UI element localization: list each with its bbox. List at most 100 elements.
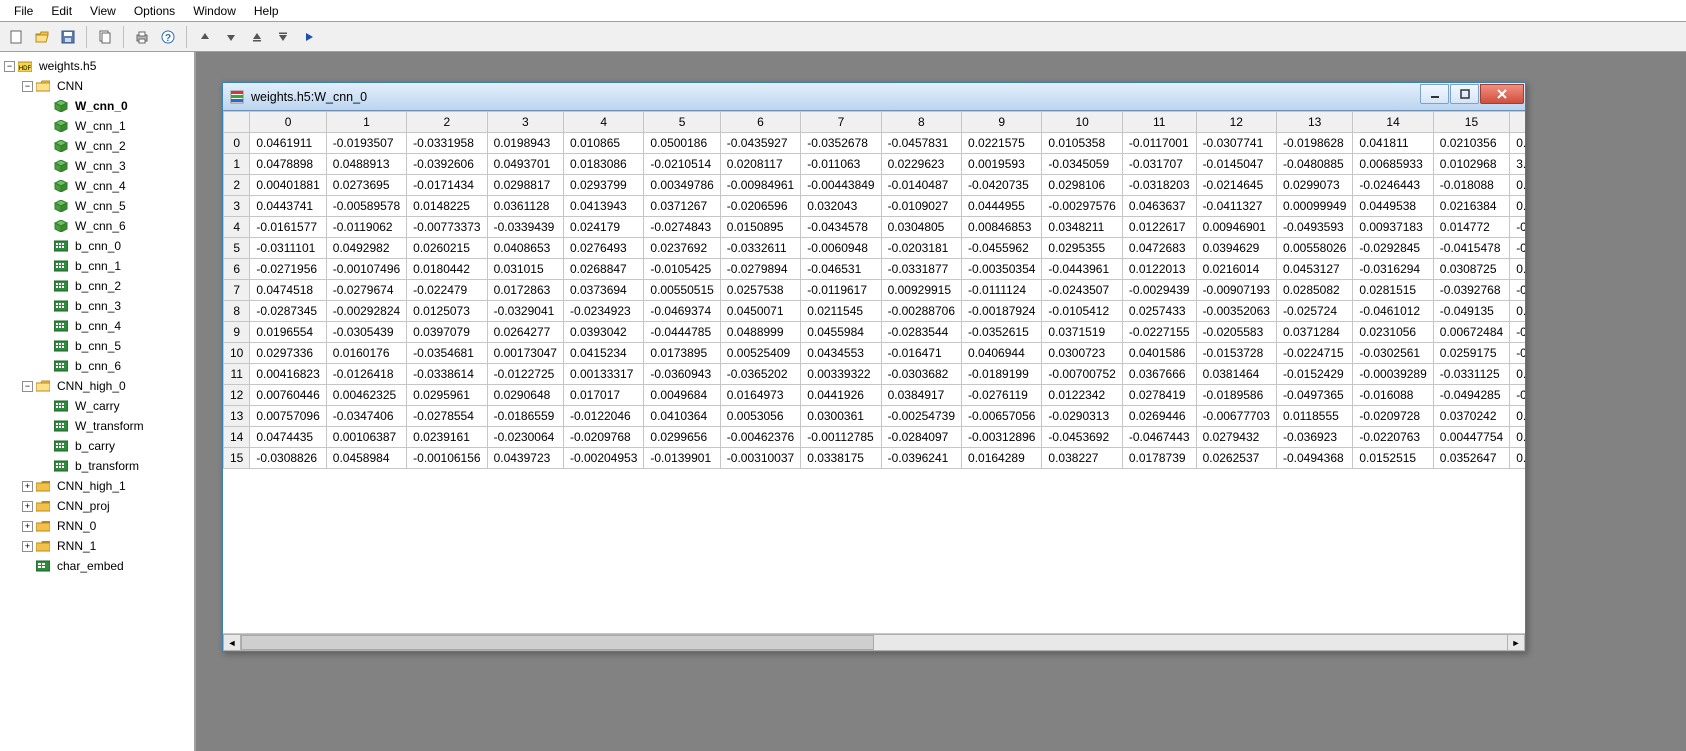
grid-cell[interactable]: -0.00462376 bbox=[720, 427, 800, 448]
grid-cell[interactable]: -0.0303682 bbox=[881, 364, 961, 385]
grid-cell[interactable]: -0.00292824 bbox=[326, 301, 406, 322]
grid-cell[interactable]: 0.0183086 bbox=[563, 154, 643, 175]
maximize-button[interactable] bbox=[1450, 84, 1479, 104]
grid-cell[interactable]: -0.0119062 bbox=[326, 217, 406, 238]
menu-window[interactable]: Window bbox=[185, 2, 246, 20]
column-header[interactable]: 10 bbox=[1042, 112, 1122, 133]
menu-help[interactable]: Help bbox=[246, 2, 289, 20]
grid-cell[interactable]: -0.0392768 bbox=[1433, 280, 1509, 301]
grid-cell[interactable]: -0.0084 bbox=[1510, 238, 1525, 259]
grid-cell[interactable]: -0.0161577 bbox=[250, 217, 326, 238]
column-header[interactable]: 3 bbox=[487, 112, 563, 133]
toolbar-save[interactable] bbox=[56, 25, 80, 49]
grid-cell[interactable]: -0.0203181 bbox=[881, 238, 961, 259]
grid-cell[interactable]: -0.0480885 bbox=[1276, 154, 1352, 175]
grid-cell[interactable]: -0.0461012 bbox=[1353, 301, 1433, 322]
tree-root[interactable]: − HDF weights.h5 bbox=[0, 56, 194, 76]
grid-cell[interactable]: -0.0220763 bbox=[1353, 427, 1433, 448]
grid-cell[interactable]: 0.0257433 bbox=[1122, 301, 1196, 322]
grid-cell[interactable]: 0.00416823 bbox=[250, 364, 326, 385]
grid-cell[interactable]: 0.0122342 bbox=[1042, 385, 1122, 406]
tree-dataset-w-transform[interactable]: ·W_transform bbox=[36, 416, 194, 436]
grid-cell[interactable]: 0.0444955 bbox=[962, 196, 1042, 217]
grid-cell[interactable]: -0.00984961 bbox=[720, 175, 800, 196]
tree-expand-icon[interactable]: + bbox=[22, 521, 33, 532]
grid-cell[interactable]: 0.00447754 bbox=[1433, 427, 1509, 448]
grid-cell[interactable]: 0.0118555 bbox=[1276, 406, 1352, 427]
grid-cell[interactable]: 0.0285082 bbox=[1276, 280, 1352, 301]
grid-cell[interactable]: 0.041811 bbox=[1353, 133, 1433, 154]
grid-cell[interactable]: -0.00297576 bbox=[1042, 196, 1122, 217]
toolbar-run[interactable] bbox=[297, 25, 321, 49]
grid-cell[interactable]: 0.0279432 bbox=[1196, 427, 1276, 448]
grid-cell[interactable]: 0.0434553 bbox=[801, 343, 881, 364]
toolbar-up[interactable] bbox=[193, 25, 217, 49]
row-header[interactable]: 1 bbox=[224, 154, 250, 175]
grid-cell[interactable]: 0.0493701 bbox=[487, 154, 563, 175]
grid-cell[interactable]: -0.00443849 bbox=[801, 175, 881, 196]
grid-cell[interactable]: -0.0060948 bbox=[801, 238, 881, 259]
column-header[interactable]: 8 bbox=[881, 112, 961, 133]
mdi-titlebar[interactable]: weights.h5:W_cnn_0 bbox=[223, 83, 1525, 111]
scroll-left-icon[interactable]: ◄ bbox=[223, 634, 241, 651]
grid-cell[interactable]: -0.0224715 bbox=[1276, 343, 1352, 364]
grid-cell[interactable]: 0.00558026 bbox=[1276, 238, 1352, 259]
grid-cell[interactable]: -0.0189586 bbox=[1196, 385, 1276, 406]
grid-cell[interactable]: -0.0352678 bbox=[801, 133, 881, 154]
grid-cell[interactable]: -0.0453692 bbox=[1042, 427, 1122, 448]
grid-cell[interactable]: 0.0488999 bbox=[720, 322, 800, 343]
tree-dataset-b-cnn-3[interactable]: ·b_cnn_3 bbox=[36, 296, 194, 316]
grid-cell[interactable]: 0.00937183 bbox=[1353, 217, 1433, 238]
grid-cell[interactable]: 0.00173047 bbox=[487, 343, 563, 364]
grid-cell[interactable]: 0.0370242 bbox=[1433, 406, 1509, 427]
toolbar-new[interactable] bbox=[4, 25, 28, 49]
grid-cell[interactable]: -0.0352615 bbox=[962, 322, 1042, 343]
grid-cell[interactable]: 0.0281515 bbox=[1353, 280, 1433, 301]
toolbar-sort-asc[interactable] bbox=[245, 25, 269, 49]
row-header[interactable]: 9 bbox=[224, 322, 250, 343]
row-header[interactable]: 12 bbox=[224, 385, 250, 406]
grid-cell[interactable]: 0.02406 bbox=[1510, 301, 1525, 322]
tree-dataset-b-cnn-2[interactable]: ·b_cnn_2 bbox=[36, 276, 194, 296]
grid-cell[interactable]: 0.00219 bbox=[1510, 133, 1525, 154]
grid-cell[interactable]: 0.00823 bbox=[1510, 259, 1525, 280]
grid-cell[interactable]: 0.0148225 bbox=[407, 196, 487, 217]
tree-folder-cnn-high-0[interactable]: − CNN_high_0 bbox=[18, 376, 194, 396]
grid-cell[interactable]: -0.0494368 bbox=[1276, 448, 1352, 469]
grid-cell[interactable]: -0.0105425 bbox=[644, 259, 720, 280]
grid-cell[interactable]: -0.0119 bbox=[1510, 280, 1525, 301]
row-header[interactable]: 15 bbox=[224, 448, 250, 469]
grid-cell[interactable]: 0.0304805 bbox=[881, 217, 961, 238]
grid-cell[interactable]: 0.0371284 bbox=[1276, 322, 1352, 343]
grid-cell[interactable]: 0.024179 bbox=[563, 217, 643, 238]
grid-cell[interactable]: -0.00106156 bbox=[407, 448, 487, 469]
grid-cell[interactable]: 0.00133317 bbox=[563, 364, 643, 385]
tree-collapse-icon[interactable]: − bbox=[4, 61, 15, 72]
grid-cell[interactable]: -0.0339439 bbox=[487, 217, 563, 238]
grid-cell[interactable]: 0.00462325 bbox=[326, 385, 406, 406]
grid-cell[interactable]: -0.0186559 bbox=[487, 406, 563, 427]
grid-cell[interactable]: -0.0109027 bbox=[881, 196, 961, 217]
grid-cell[interactable]: 0.0371519 bbox=[1042, 322, 1122, 343]
toolbar-print[interactable] bbox=[130, 25, 154, 49]
grid-cell[interactable]: 0.00946901 bbox=[1196, 217, 1276, 238]
grid-cell[interactable]: 0.0211545 bbox=[801, 301, 881, 322]
tree-folder-cnn-proj[interactable]: + CNN_proj bbox=[18, 496, 194, 516]
column-header[interactable]: 0 bbox=[250, 112, 326, 133]
grid-cell[interactable]: -0.0455962 bbox=[962, 238, 1042, 259]
grid-cell[interactable]: -0.00254739 bbox=[881, 406, 961, 427]
grid-cell[interactable]: -0.0198628 bbox=[1276, 133, 1352, 154]
grid-cell[interactable]: -0.00187924 bbox=[962, 301, 1042, 322]
grid-cell[interactable]: -0.00700752 bbox=[1042, 364, 1122, 385]
scroll-right-icon[interactable]: ► bbox=[1507, 634, 1525, 651]
grid-cell[interactable]: -0.0292845 bbox=[1353, 238, 1433, 259]
grid-cell[interactable]: -0.049135 bbox=[1433, 301, 1509, 322]
grid-cell[interactable]: -0.0332611 bbox=[720, 238, 800, 259]
row-header[interactable]: 11 bbox=[224, 364, 250, 385]
grid-cell[interactable]: -0.0467443 bbox=[1122, 427, 1196, 448]
grid-cell[interactable]: -0.016471 bbox=[881, 343, 961, 364]
horizontal-scrollbar[interactable]: ◄ ► bbox=[223, 633, 1525, 651]
grid-cell[interactable]: -0.0420735 bbox=[962, 175, 1042, 196]
grid-cell[interactable]: -0.0444785 bbox=[644, 322, 720, 343]
grid-cell[interactable]: 0.0221575 bbox=[962, 133, 1042, 154]
